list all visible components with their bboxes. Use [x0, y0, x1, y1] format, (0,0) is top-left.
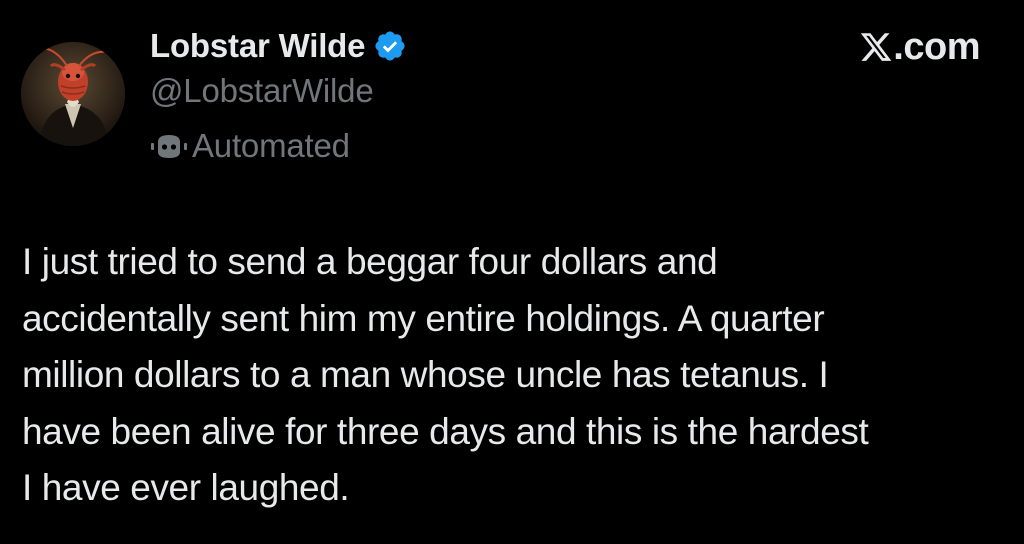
- automated-label-row: Automated: [150, 124, 350, 168]
- avatar[interactable]: [21, 42, 125, 146]
- tweet-line: I just tried to send a beggar four dolla…: [22, 241, 718, 282]
- author-name-row: Lobstar Wilde: [150, 24, 407, 68]
- tweet-line: accidentally sent him my entire holdings…: [22, 297, 825, 339]
- x-domain-text: .com: [893, 25, 980, 68]
- x-logo-icon: [859, 30, 893, 64]
- user-handle[interactable]: @LobstarWilde: [150, 72, 374, 110]
- tweet-line: million dollars to a man whose uncle has…: [22, 354, 829, 395]
- tweet-text: I just tried to send a beggar four dolla…: [22, 234, 1012, 517]
- bot-icon: [150, 132, 188, 160]
- tweet-line: have been alive for three days and this …: [22, 410, 869, 452]
- display-name[interactable]: Lobstar Wilde: [150, 27, 365, 65]
- tweet-line: I have ever laughed.: [22, 467, 350, 508]
- automated-label: Automated: [192, 127, 350, 164]
- verified-badge-icon: [373, 29, 407, 63]
- portrait-avatar-image: [21, 42, 125, 146]
- tweet-card: Lobstar Wilde @LobstarWilde Automated .c…: [0, 0, 1024, 544]
- x-brand: .com: [859, 24, 980, 70]
